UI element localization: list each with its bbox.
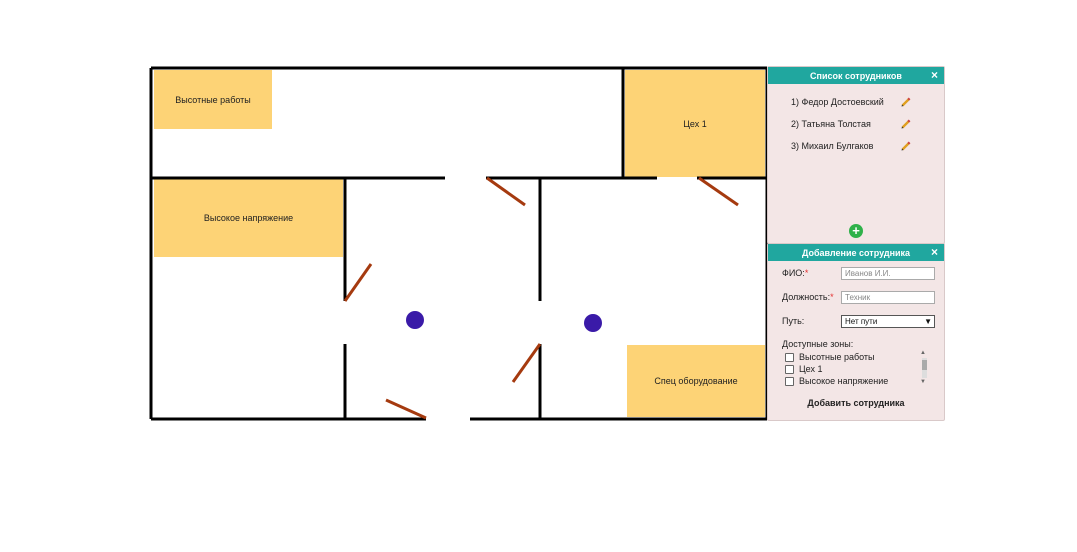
- scroll-up-icon[interactable]: ▲: [920, 350, 926, 356]
- add-employee-panel: Добавление сотрудника × ФИО:* Иванов И.И…: [767, 243, 945, 421]
- employee-item-3[interactable]: 3) Михаил Булгаков: [791, 141, 873, 151]
- employee-marker[interactable]: [584, 314, 602, 332]
- checkbox[interactable]: [785, 352, 794, 362]
- path-select[interactable]: Нет пути ▼: [841, 315, 935, 328]
- employee-marker[interactable]: [406, 311, 424, 329]
- zone-option[interactable]: Цех 1: [782, 363, 932, 375]
- employee-list-panel: Список сотрудников × 1) Федор Достоевски…: [767, 66, 945, 244]
- add-employee-submit-button[interactable]: Добавить сотрудника: [768, 398, 944, 408]
- path-label: Путь:: [782, 316, 805, 326]
- pencil-icon[interactable]: [901, 97, 911, 107]
- close-icon[interactable]: ×: [931, 246, 938, 259]
- pencil-icon[interactable]: [901, 119, 911, 129]
- zone-option[interactable]: Высокое напряжение: [782, 375, 932, 387]
- plus-circle-icon: +: [852, 223, 860, 238]
- checkbox[interactable]: [785, 364, 794, 374]
- required-mark: *: [830, 292, 834, 302]
- required-mark: *: [804, 268, 809, 278]
- pencil-icon[interactable]: [901, 141, 911, 151]
- floor-plan: Высотные работы Цех 1 Высокое напряжение…: [149, 66, 769, 422]
- add-employee-header: Добавление сотрудника ×: [768, 244, 944, 261]
- employee-list-title: Список сотрудников: [810, 70, 902, 81]
- zones-label: Доступные зоны:: [782, 339, 854, 349]
- chevron-down-icon: ▼: [924, 317, 932, 326]
- close-icon[interactable]: ×: [931, 69, 938, 82]
- scroll-down-icon[interactable]: ▼: [920, 379, 926, 385]
- employee-item-2[interactable]: 2) Татьяна Толстая: [791, 119, 871, 129]
- employee-list-header: Список сотрудников ×: [768, 67, 944, 84]
- add-employee-title: Добавление сотрудника: [801, 247, 911, 258]
- zone-option[interactable]: Высотные работы: [782, 351, 932, 363]
- walls: [149, 66, 769, 421]
- add-employee-button[interactable]: +: [849, 224, 863, 238]
- zones-scrollbar[interactable]: ▲ ▼: [920, 350, 928, 386]
- scroll-thumb[interactable]: [922, 360, 927, 370]
- position-field[interactable]: Техник: [841, 291, 935, 304]
- zones-list: Высотные работы Цех 1 Высокое напряжение: [782, 351, 932, 387]
- walls-svg: [149, 66, 769, 421]
- checkbox[interactable]: [785, 376, 794, 386]
- fio-field[interactable]: Иванов И.И.: [841, 267, 935, 280]
- position-label: Должность:*: [782, 292, 834, 302]
- employee-item-1[interactable]: 1) Федор Достоевский: [791, 97, 884, 107]
- fio-label: ФИО:*: [782, 268, 809, 278]
